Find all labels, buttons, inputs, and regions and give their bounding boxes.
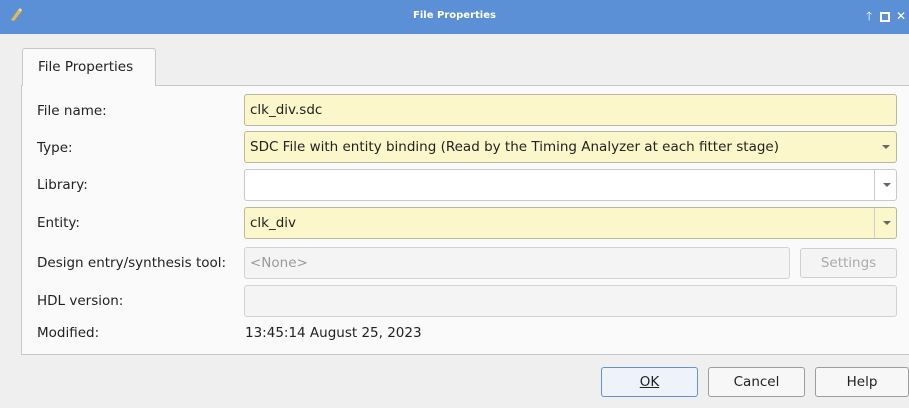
file-name-field[interactable]: clk_div.sdc [244,94,897,126]
help-label: Help [846,374,878,390]
title-bar: File Properties 🡑 ✕ [0,0,909,34]
type-value: SDC File with entity binding (Read by th… [250,139,779,155]
ok-button[interactable]: OK [601,367,698,397]
modified-label: Modified: [37,325,100,341]
help-button[interactable]: Help [815,367,909,397]
ok-label: OK [639,374,660,390]
entity-label: Entity: [37,215,80,231]
tab-file-properties[interactable]: File Properties [22,48,156,86]
library-dropdown[interactable] [244,169,897,201]
entity-value: clk_div [250,215,297,231]
window-title: File Properties [413,10,496,21]
type-dropdown[interactable]: SDC File with entity binding (Read by th… [244,131,897,163]
design-tool-value: <None> [250,255,308,271]
keep-above-icon[interactable]: 🡑 [866,9,872,23]
type-label: Type: [37,140,73,156]
hdl-version-label: HDL version: [37,293,124,309]
entity-dropdown[interactable]: clk_div [244,207,897,239]
settings-button[interactable]: Settings [800,248,897,278]
close-icon[interactable]: ✕ [896,9,906,23]
chevron-down-icon [874,132,896,162]
library-label: Library: [37,177,88,193]
file-name-label: File name: [37,103,107,119]
hdl-version-field[interactable] [244,285,897,317]
cancel-button[interactable]: Cancel [708,367,805,397]
maximize-icon[interactable] [880,12,890,22]
design-tool-label: Design entry/synthesis tool: [37,255,227,271]
file-name-value: clk_div.sdc [250,102,323,118]
chevron-down-icon [874,208,896,238]
modified-value: 13:45:14 August 25, 2023 [245,325,422,341]
design-tool-dropdown[interactable]: <None> [244,247,790,279]
tab-label: File Properties [38,59,134,75]
chevron-down-icon [874,170,896,200]
cancel-label: Cancel [733,374,780,390]
